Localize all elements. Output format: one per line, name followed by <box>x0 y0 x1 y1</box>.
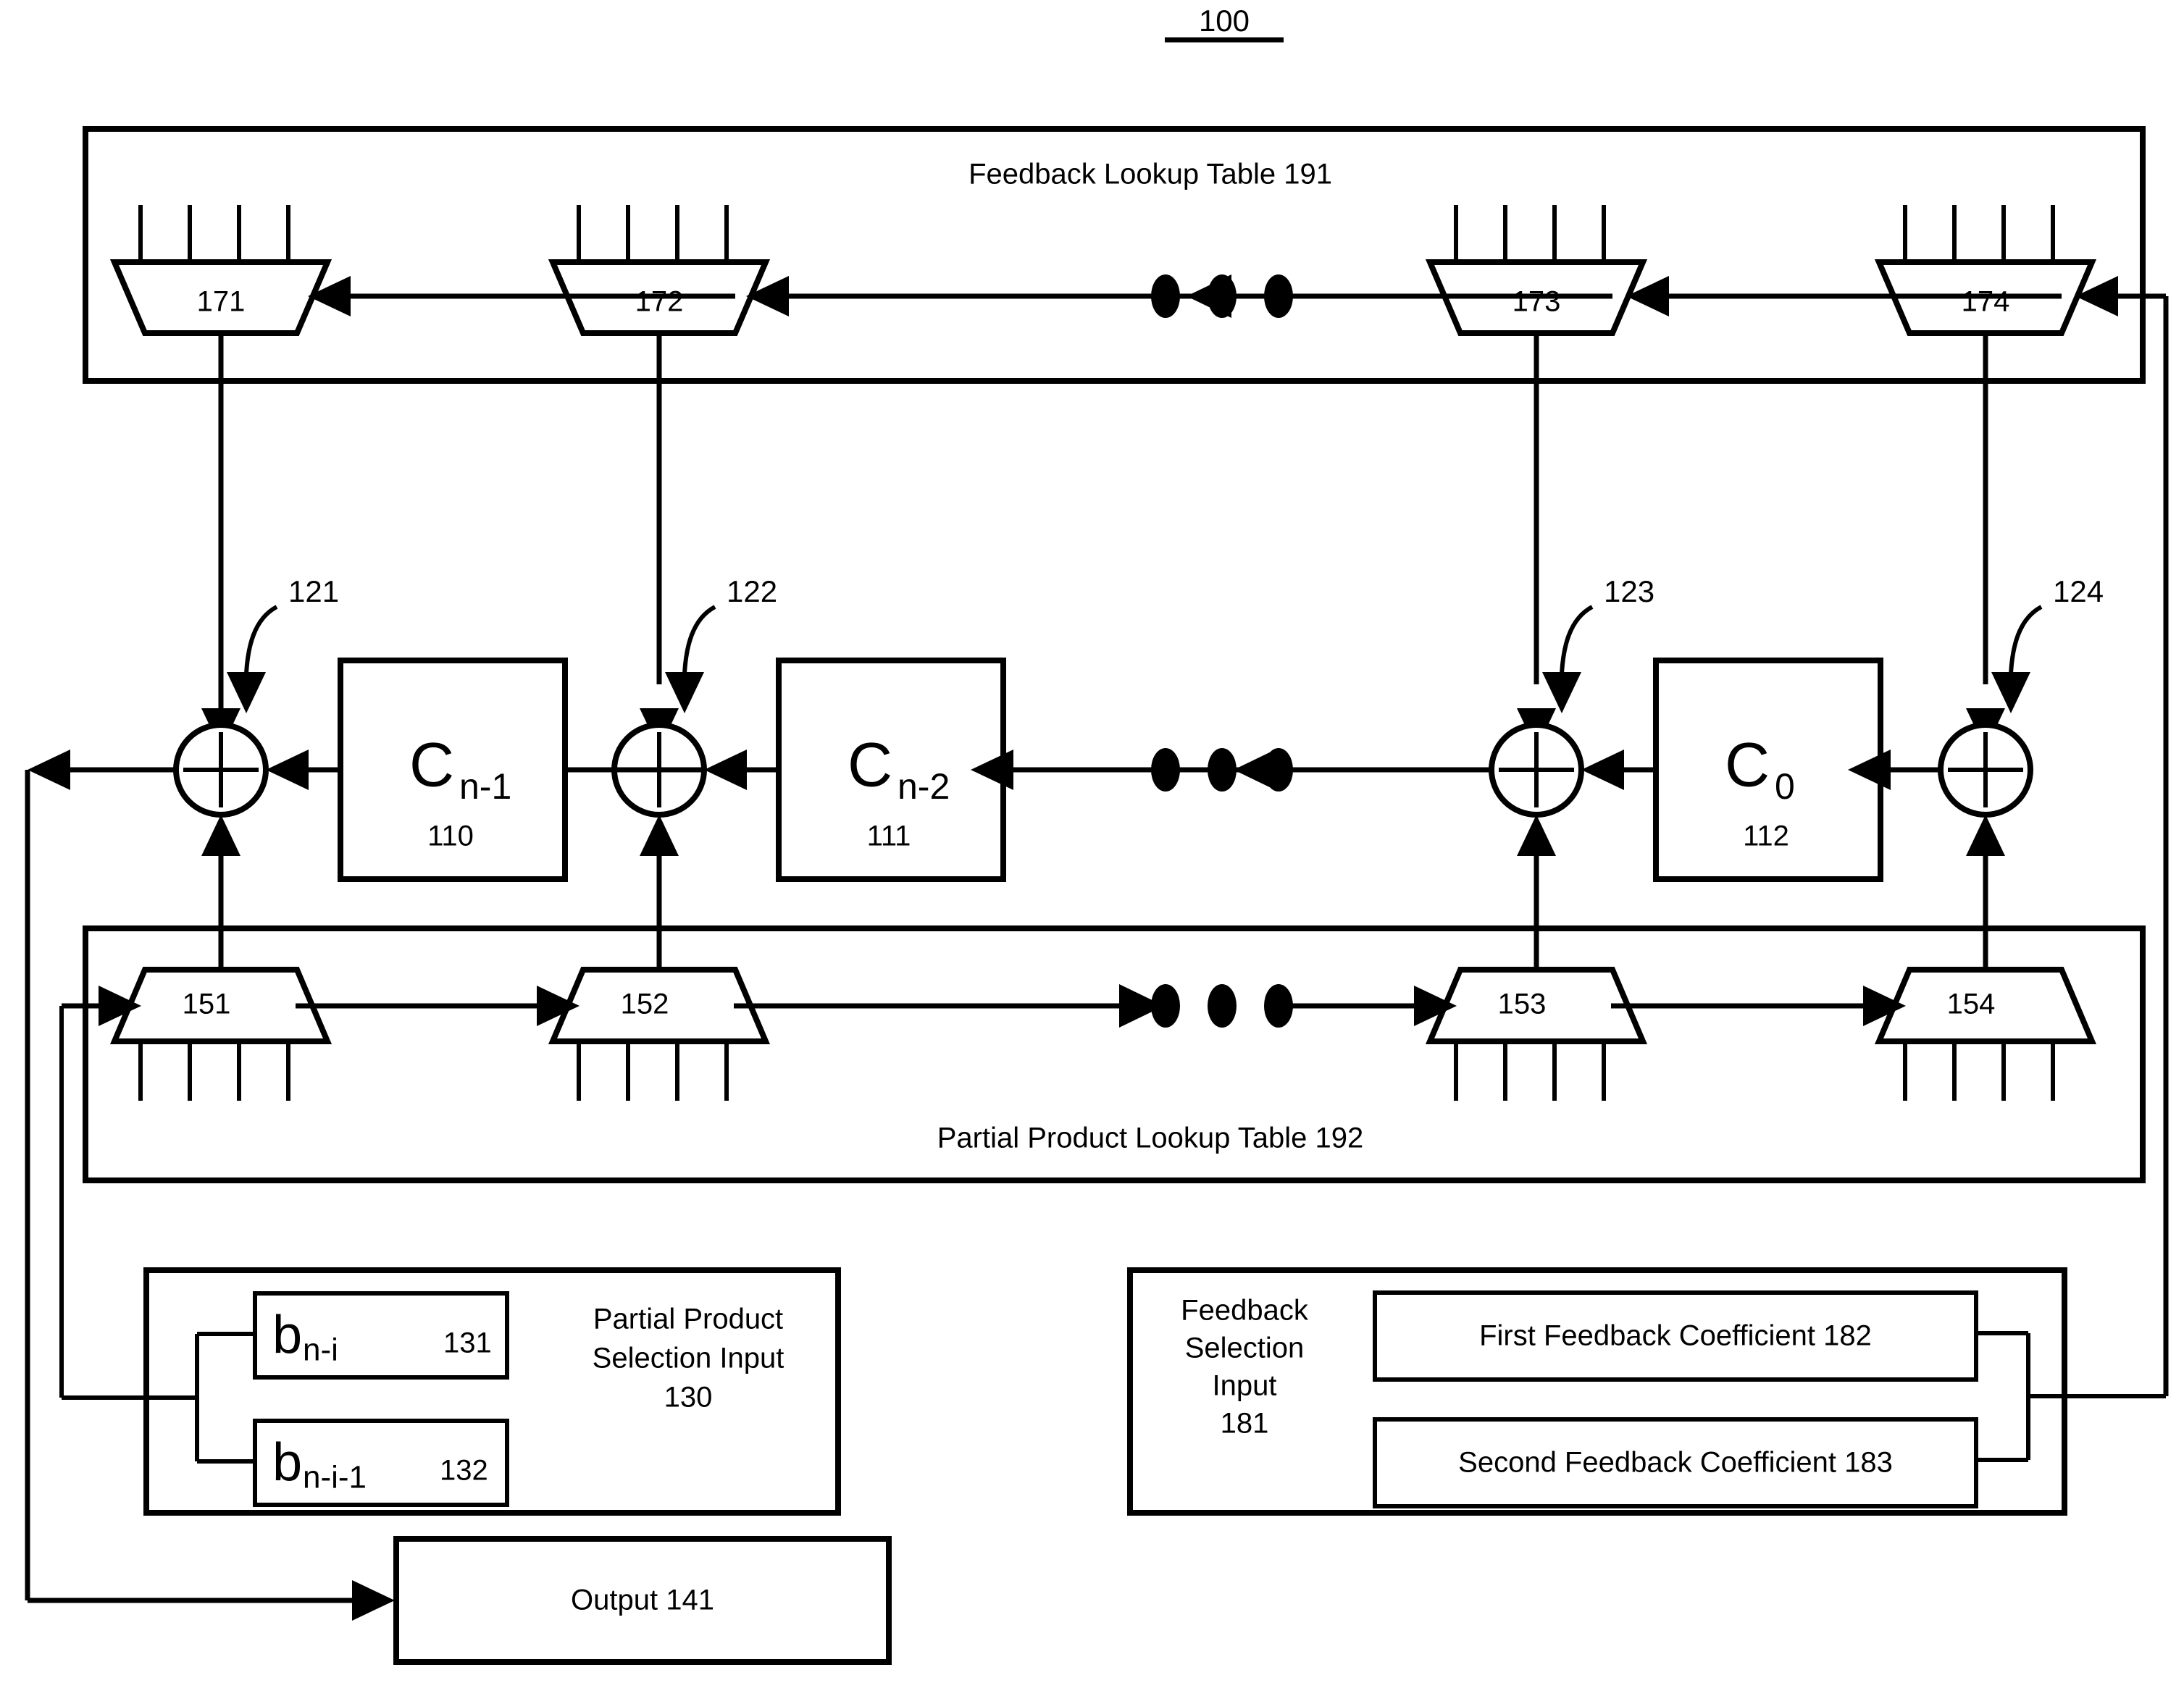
figure-canvas: 100 Feedback Lookup Table 191 171 172 17… <box>25 4 2169 1665</box>
mux-172-label: 172 <box>635 286 684 318</box>
adder-121[interactable] <box>173 722 269 818</box>
figure-number: 100 <box>1165 4 1284 43</box>
arrowhead-c110-to-adder121 <box>266 750 309 790</box>
ellipsis-dot-3 <box>1264 274 1293 318</box>
coefficient-block-111: C n-2 111 <box>776 658 1006 882</box>
coefficient-111-ref: 111 <box>867 820 911 852</box>
arrowhead-mux151-to-adder121 <box>201 815 240 856</box>
mux-151-label: 151 <box>183 988 231 1020</box>
partial-product-selection-input: Partial Product Selection Input 130 b n-… <box>62 1267 841 1516</box>
feedback-mux-171[interactable]: 171 <box>109 205 332 750</box>
adder-ellipsis-dot-3 <box>1264 748 1293 792</box>
output-label: Output 141 <box>571 1584 714 1616</box>
reference-leader-arrow-124 <box>1991 672 2030 713</box>
coefficient-112-base: C <box>1725 731 1770 800</box>
adder-123[interactable] <box>1489 722 1584 818</box>
ellipsis-dot-1 <box>1151 274 1180 318</box>
arrowhead-adder121-output <box>28 750 70 790</box>
reference-leader-arrow-121 <box>227 672 266 713</box>
partial-row-ellipsis <box>1151 984 1293 1028</box>
adder-ellipsis-dot-2 <box>1208 748 1237 792</box>
feedback-lookup-table: Feedback Lookup Table 191 <box>83 126 2146 384</box>
partial-product-lookup-table-label: Partial Product Lookup Table 192 <box>937 1122 1364 1154</box>
coefficient-112-subscript: 0 <box>1775 766 1795 807</box>
patent-figure-100: 100 Feedback Lookup Table 191 171 172 17… <box>0 0 2184 1696</box>
reference-leader-line-124 <box>2009 605 2043 674</box>
coefficient-110-ref: 110 <box>427 820 474 852</box>
coefficient-block-110: C n-1 110 <box>338 658 568 882</box>
feedback-mux-172[interactable]: 172 <box>548 205 771 684</box>
adder-124[interactable] <box>1938 722 2033 818</box>
bit-132-base: b <box>272 1432 302 1493</box>
output-block: Output 141 <box>393 1536 892 1665</box>
coefficient-183-label: Second Feedback Coefficient 183 <box>1458 1447 1893 1479</box>
reference-leader-122: 122 <box>665 574 777 713</box>
arrowhead-mux153-to-adder123 <box>1517 815 1556 856</box>
coefficient-111-base: C <box>848 731 892 800</box>
feedback-row-ellipsis <box>1151 274 1293 318</box>
feedback-coefficient-box-183: Second Feedback Coefficient 183 <box>1373 1417 1978 1508</box>
partial-product-selection-title-line2: Selection Input <box>593 1343 785 1374</box>
mux-154-label: 154 <box>1947 988 1996 1020</box>
bit-132-subscript: n-i-1 <box>303 1460 367 1495</box>
reference-label-121: 121 <box>288 574 339 608</box>
bit-131-base: b <box>272 1305 302 1365</box>
partial-product-lookup-table: Partial Product Lookup Table 192 <box>83 925 2146 1183</box>
mux-174-label: 174 <box>1962 286 2010 318</box>
feedback-selection-title-line2: Selection <box>1185 1332 1305 1364</box>
adder-ellipsis-dot-1 <box>1151 748 1180 792</box>
figure-number-text: 100 <box>1199 4 1250 38</box>
bit-131-subscript: n-i <box>303 1332 338 1368</box>
reference-leader-123: 123 <box>1542 574 1654 713</box>
reference-label-124: 124 <box>2053 574 2104 608</box>
arrowhead-mux154-to-adder124 <box>1966 815 2005 856</box>
arrowhead-into-output <box>352 1580 395 1621</box>
reference-leader-121: 121 <box>227 574 339 713</box>
mux-153-label: 153 <box>1498 988 1547 1020</box>
reference-label-122: 122 <box>727 574 777 608</box>
mux-171-label: 171 <box>197 286 246 318</box>
partial-bit-box-132: b n-i-1 132 <box>253 1419 509 1507</box>
arrowhead-mux152-to-adder122 <box>640 815 679 856</box>
coefficient-block-112: C 0 112 <box>1653 658 1883 882</box>
partial-ellipsis-dot-1 <box>1151 984 1180 1028</box>
partial-product-selection-title-line1: Partial Product <box>593 1304 783 1335</box>
coefficient-110-base: C <box>409 731 454 800</box>
partial-bit-box-131: b n-i 131 <box>253 1291 509 1380</box>
arrowhead-c112-to-adder123 <box>1581 750 1624 790</box>
coefficient-182-label: First Feedback Coefficient 182 <box>1479 1320 1872 1352</box>
coefficient-112-ref: 112 <box>1743 820 1789 852</box>
partial-ellipsis-dot-3 <box>1264 984 1293 1028</box>
feedback-selection-title-line4: 181 <box>1221 1408 1269 1440</box>
bit-131-ref: 131 <box>443 1327 492 1359</box>
mux-152-label: 152 <box>621 988 669 1020</box>
ellipsis-dot-2 <box>1208 274 1237 318</box>
reference-leader-124: 124 <box>1991 574 2104 713</box>
feedback-coefficient-box-182: First Feedback Coefficient 182 <box>1373 1290 1978 1382</box>
adder-row-ellipsis <box>1151 748 1293 792</box>
feedback-selection-input: Feedback Selection Input 181 First Feedb… <box>1127 1267 2166 1516</box>
feedback-mux-173[interactable]: 173 <box>1425 205 1648 684</box>
reference-label-123: 123 <box>1604 574 1654 608</box>
arrowhead-c111-to-adder122 <box>704 750 747 790</box>
feedback-lookup-table-label: Feedback Lookup Table 191 <box>968 159 1332 190</box>
bit-132-ref: 132 <box>440 1455 488 1487</box>
reference-leader-arrow-122 <box>665 672 704 713</box>
coefficient-110-subscript: n-1 <box>459 766 511 807</box>
reference-leader-line-123 <box>1560 605 1594 674</box>
partial-ellipsis-dot-2 <box>1208 984 1237 1028</box>
feedback-selection-title-line3: Input <box>1213 1370 1277 1402</box>
reference-leader-line-121 <box>244 605 278 674</box>
reference-leader-line-122 <box>682 605 716 674</box>
reference-leader-arrow-123 <box>1542 672 1581 713</box>
feedback-mux-174[interactable]: 174 <box>1874 205 2097 684</box>
partial-product-selection-title-line3: 130 <box>664 1382 713 1414</box>
coefficient-111-subscript: n-2 <box>898 766 950 807</box>
feedback-selection-title-line1: Feedback <box>1181 1295 1309 1327</box>
mux-173-label: 173 <box>1513 286 1561 318</box>
